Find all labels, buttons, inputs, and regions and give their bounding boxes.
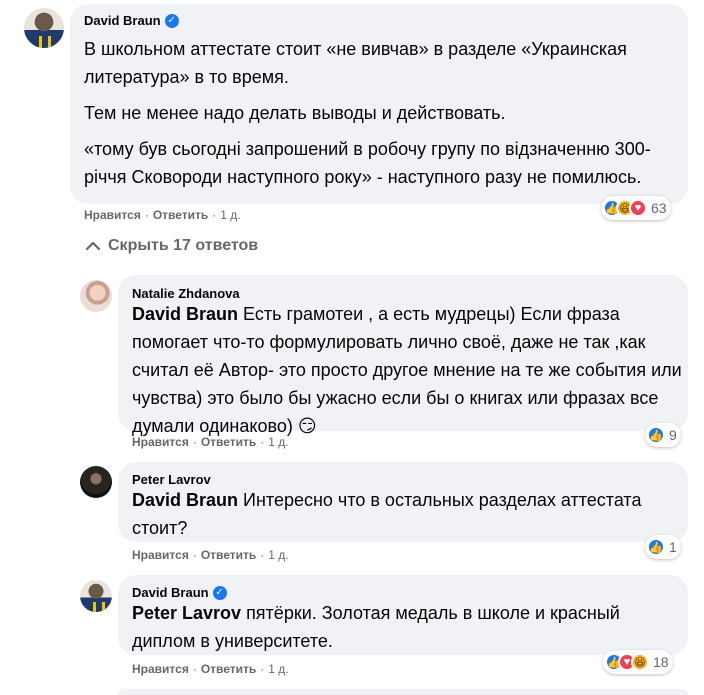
reply-text: Peter Lavrov пятёрки. Золотая медаль в ш…	[132, 599, 682, 655]
like-button[interactable]: Нравится	[132, 662, 189, 676]
reply-author[interactable]: Natalie Zhdanova	[132, 286, 240, 301]
avatar[interactable]	[80, 580, 112, 612]
reply-button[interactable]: Ответить	[153, 208, 208, 222]
reply-button[interactable]: Ответить	[201, 435, 256, 449]
mention-link[interactable]: Peter Lavrov	[132, 603, 241, 623]
smirk-emoji: 😏	[297, 416, 317, 436]
separator: ·	[260, 548, 265, 562]
author-name[interactable]: David Braun	[132, 585, 209, 600]
reply-actions: Нравится · Ответить · 1 д.	[132, 548, 289, 562]
comment-author[interactable]: David Braun ✓	[84, 13, 179, 28]
love-icon: ♥	[629, 199, 647, 217]
reply-text: David Braun Есть грамотеи , а есть мудре…	[132, 300, 682, 440]
timestamp[interactable]: 1 д.	[268, 662, 288, 676]
reply-button[interactable]: Ответить	[201, 662, 256, 676]
reply-button[interactable]: Ответить	[201, 548, 256, 562]
reply-author[interactable]: David Braun ✓	[132, 585, 227, 600]
timestamp[interactable]: 1 д.	[220, 208, 240, 222]
reply-text: David Braun Интересно что в остальных ра…	[132, 486, 682, 542]
author-name[interactable]: David Braun	[84, 13, 161, 28]
like-icon: 👍	[647, 426, 665, 444]
chevron-up-icon	[86, 241, 100, 251]
separator: ·	[192, 662, 197, 676]
reply-actions: Нравится · Ответить · 1 д.	[132, 435, 289, 449]
separator: ·	[260, 662, 265, 676]
comment-paragraph: В школьном аттестате стоит «не вивчав» в…	[84, 39, 627, 87]
reaction-count: 18	[653, 654, 669, 670]
separator: ·	[260, 435, 265, 449]
like-button[interactable]: Нравится	[132, 548, 189, 562]
separator: ·	[144, 208, 149, 222]
author-name[interactable]: Natalie Zhdanova	[132, 286, 240, 301]
like-icon: 👍	[647, 538, 665, 556]
comment-paragraph: Тем не менее надо делать выводы и действ…	[84, 103, 506, 123]
reply-actions: Нравится · Ответить · 1 д.	[132, 662, 289, 676]
comment-paragraph: «тому був сьогодні запрошений в робочу г…	[84, 139, 651, 187]
mention-link[interactable]: David Braun	[132, 490, 238, 510]
like-button[interactable]: Нравится	[132, 435, 189, 449]
timestamp[interactable]: 1 д.	[268, 435, 288, 449]
separator: ·	[192, 435, 197, 449]
reactions-summary[interactable]: 👍 ♥ 😆 18	[603, 650, 673, 674]
hide-replies-label[interactable]: Скрыть 17 ответов	[108, 237, 258, 255]
reactions-summary[interactable]: 👍 9	[645, 423, 681, 447]
separator: ·	[212, 208, 217, 222]
separator: ·	[192, 548, 197, 562]
comment-actions: Нравится · Ответить · 1 д.	[84, 208, 241, 222]
mention-link[interactable]: David Braun	[132, 304, 238, 324]
timestamp[interactable]: 1 д.	[268, 548, 288, 562]
verified-badge-icon: ✓	[164, 13, 179, 28]
comment-text: В школьном аттестате стоит «не вивчав» в…	[84, 35, 680, 191]
avatar[interactable]	[24, 8, 64, 48]
reactions-summary[interactable]: 👍 😆 ♥ 63	[601, 196, 671, 220]
like-button[interactable]: Нравится	[84, 208, 141, 222]
reactions-summary[interactable]: 👍 1	[645, 535, 681, 559]
reply-author[interactable]: Peter Lavrov	[132, 472, 211, 487]
hide-replies-button[interactable]: Скрыть 17 ответов	[86, 237, 258, 255]
reaction-count: 9	[669, 427, 677, 443]
author-name[interactable]: Peter Lavrov	[132, 472, 211, 487]
verified-badge-icon: ✓	[212, 585, 227, 600]
avatar[interactable]	[80, 280, 112, 312]
reaction-count: 1	[669, 539, 677, 555]
avatar[interactable]	[80, 466, 112, 498]
reply-bubble	[118, 689, 688, 695]
reaction-count: 63	[651, 200, 667, 216]
haha-icon: 😆	[631, 653, 649, 671]
